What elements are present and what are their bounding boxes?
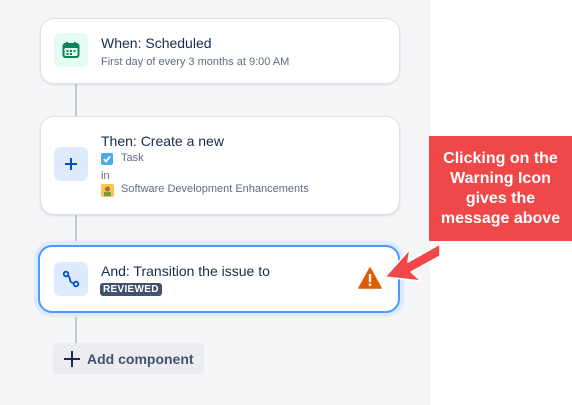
add-component-button[interactable]: Add component [53,343,204,374]
transition-issue-card[interactable]: And: Transition the issue to REVIEWED [38,245,400,313]
connector-line [75,82,77,116]
annotation-text: Clicking on the Warning Icon gives the m… [440,149,561,227]
plus-icon [54,147,88,181]
create-issue-title: Then: Create a new [101,133,224,149]
plus-icon [63,350,81,368]
trigger-card[interactable]: When: Scheduled First day of every 3 mon… [40,18,400,84]
add-component-label: Add component [87,350,194,367]
trigger-schedule: First day of every 3 months at 9:00 AM [101,56,290,68]
transition-icon [54,262,88,296]
task-icon [101,153,113,165]
connector-line [75,311,77,344]
status-lozenge: REVIEWED [100,283,162,296]
warning-icon[interactable] [358,267,382,289]
connector-line [75,213,77,247]
in-label: in [101,170,110,182]
project-name: Software Development Enhancements [121,183,309,195]
project-avatar-icon [101,184,114,197]
trigger-title: When: Scheduled [101,35,212,51]
transition-title: And: Transition the issue to [101,263,270,279]
annotation-callout: Clicking on the Warning Icon gives the m… [429,136,572,241]
calendar-icon [54,33,88,67]
create-issue-card[interactable]: Then: Create a new Task in Software Deve… [40,116,400,215]
issue-type-label: Task [121,152,144,164]
